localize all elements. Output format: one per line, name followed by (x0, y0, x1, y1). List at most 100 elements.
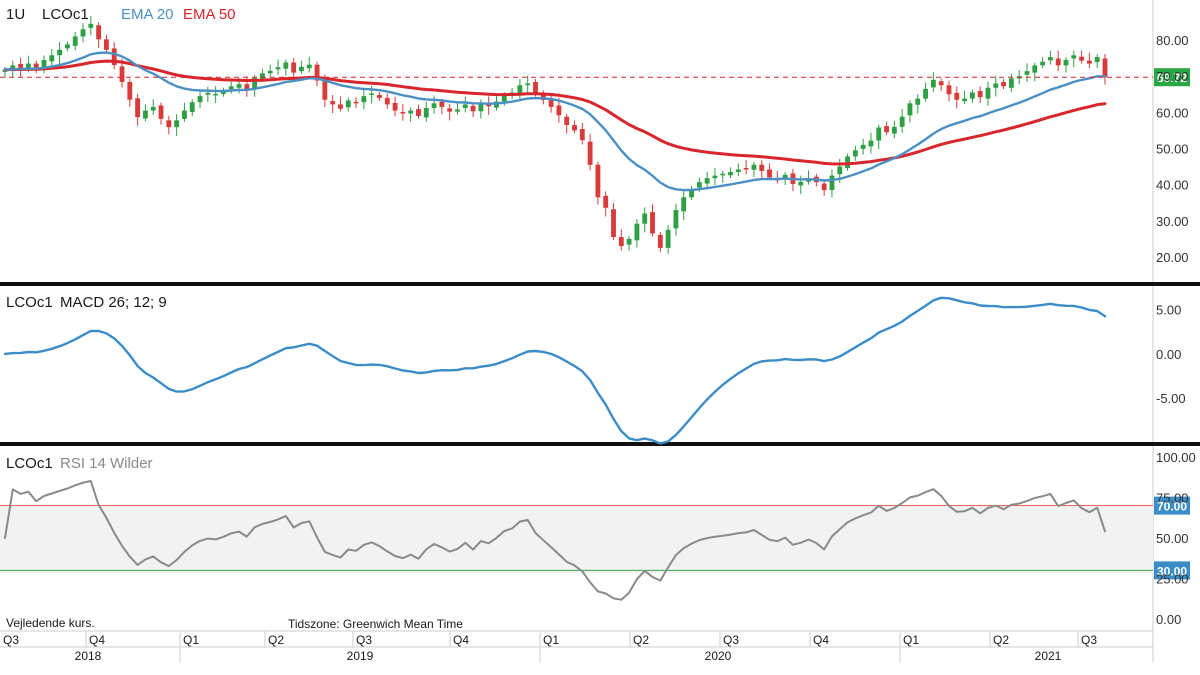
candle-body[interactable] (49, 55, 55, 62)
candle-body[interactable] (611, 209, 616, 238)
candle-body[interactable] (369, 93, 375, 96)
candle-body[interactable] (907, 103, 913, 116)
candle-body[interactable] (1071, 55, 1077, 59)
candle-body[interactable] (400, 111, 406, 114)
candle-body[interactable] (704, 178, 710, 184)
candle-body[interactable] (338, 104, 343, 109)
candle-body[interactable] (353, 101, 359, 104)
candle-body[interactable] (478, 104, 484, 112)
candle-body[interactable] (330, 101, 336, 105)
candle-body[interactable] (267, 70, 273, 74)
candle-body[interactable] (384, 97, 390, 105)
candle-body[interactable] (392, 102, 398, 111)
candle-body[interactable] (891, 126, 897, 134)
candle-body[interactable] (665, 229, 671, 248)
candle-body[interactable] (1055, 58, 1061, 66)
macd-line[interactable] (3, 296, 1107, 445)
candle-body[interactable] (72, 36, 78, 46)
candle-body[interactable] (642, 213, 648, 224)
candle-body[interactable] (64, 44, 70, 49)
candle-body[interactable] (1008, 78, 1014, 88)
candle-body[interactable] (213, 93, 219, 96)
ema50-line[interactable] (3, 59, 1107, 166)
candle-body[interactable] (197, 96, 203, 103)
candle-body[interactable] (1024, 71, 1030, 75)
candle-body[interactable] (728, 171, 733, 176)
candle-body[interactable] (579, 128, 585, 141)
candle-body[interactable] (681, 197, 687, 212)
candle-body[interactable] (96, 25, 102, 40)
candle-body[interactable] (884, 126, 889, 133)
candle-body[interactable] (673, 209, 679, 229)
candle-body[interactable] (104, 39, 109, 50)
candle-body[interactable] (1102, 58, 1108, 78)
candle-body[interactable] (938, 81, 944, 86)
candle-body[interactable] (135, 98, 141, 118)
chart-canvas[interactable]: 69.72 70.0030.00 80.0070.0060.0050.0040.… (0, 0, 1200, 675)
candle-body[interactable] (548, 100, 554, 107)
candle-body[interactable] (657, 234, 663, 248)
candle-body[interactable] (470, 105, 476, 112)
candle-body[interactable] (158, 105, 164, 119)
candle-body[interactable] (993, 83, 999, 88)
candle-body[interactable] (751, 164, 757, 170)
candle-body[interactable] (564, 116, 570, 126)
candle-body[interactable] (189, 102, 195, 112)
candle-body[interactable] (743, 168, 749, 170)
candle-body[interactable] (977, 91, 983, 98)
candle-body[interactable] (759, 164, 765, 171)
candle-body[interactable] (143, 110, 148, 119)
candle-body[interactable] (930, 79, 936, 88)
candle-body[interactable] (377, 95, 382, 98)
candle-body[interactable] (423, 108, 429, 118)
candle-body[interactable] (127, 81, 133, 100)
candle-body[interactable] (634, 223, 640, 241)
candle-body[interactable] (821, 183, 827, 191)
candle-body[interactable] (236, 84, 242, 88)
candle-body[interactable] (720, 173, 726, 176)
candle-body[interactable] (923, 88, 928, 99)
macd-label[interactable]: MACD 26; 12; 9 (60, 294, 167, 311)
macd-symbol-label[interactable]: LCOc1 (6, 294, 53, 311)
candle-body[interactable] (1086, 60, 1092, 64)
candle-body[interactable] (260, 73, 265, 80)
candle-body[interactable] (345, 100, 351, 108)
candle-body[interactable] (525, 83, 531, 86)
candle-body[interactable] (447, 108, 453, 112)
candle-body[interactable] (969, 92, 975, 99)
ema20-legend[interactable]: EMA 20 (121, 6, 174, 23)
candle-body[interactable] (735, 169, 741, 172)
candle-body[interactable] (829, 175, 835, 191)
symbol-label[interactable]: LCOc1 (42, 6, 89, 23)
candle-body[interactable] (275, 67, 281, 70)
candle-body[interactable] (1040, 61, 1046, 66)
rsi-symbol-label[interactable]: LCOc1 (6, 455, 53, 472)
candle-body[interactable] (946, 85, 952, 95)
interval-label[interactable]: 1U (6, 6, 25, 23)
candle-body[interactable] (182, 110, 187, 119)
candle-body[interactable] (626, 238, 632, 245)
panel-separator-1[interactable] (0, 282, 1200, 286)
candle-body[interactable] (291, 62, 297, 73)
candle-body[interactable] (533, 81, 538, 94)
candle-body[interactable] (837, 166, 843, 175)
candle-body[interactable] (1063, 59, 1069, 66)
candle-body[interactable] (650, 212, 655, 234)
candle-body[interactable] (150, 106, 156, 111)
candle-body[interactable] (1094, 57, 1100, 63)
candle-body[interactable] (80, 29, 86, 37)
candle-body[interactable] (696, 182, 702, 188)
candle-body[interactable] (798, 181, 804, 186)
candle-body[interactable] (228, 86, 234, 90)
candle-body[interactable] (18, 63, 24, 68)
candle-body[interactable] (408, 110, 414, 114)
candle-body[interactable] (88, 23, 94, 28)
candle-body[interactable] (57, 49, 63, 56)
candle-body[interactable] (868, 140, 874, 147)
candle-body[interactable] (462, 104, 468, 109)
candle-body[interactable] (1032, 65, 1038, 73)
candle-body[interactable] (618, 237, 624, 247)
candle-body[interactable] (962, 98, 967, 102)
candle-body[interactable] (595, 164, 601, 198)
candle-body[interactable] (416, 109, 421, 116)
